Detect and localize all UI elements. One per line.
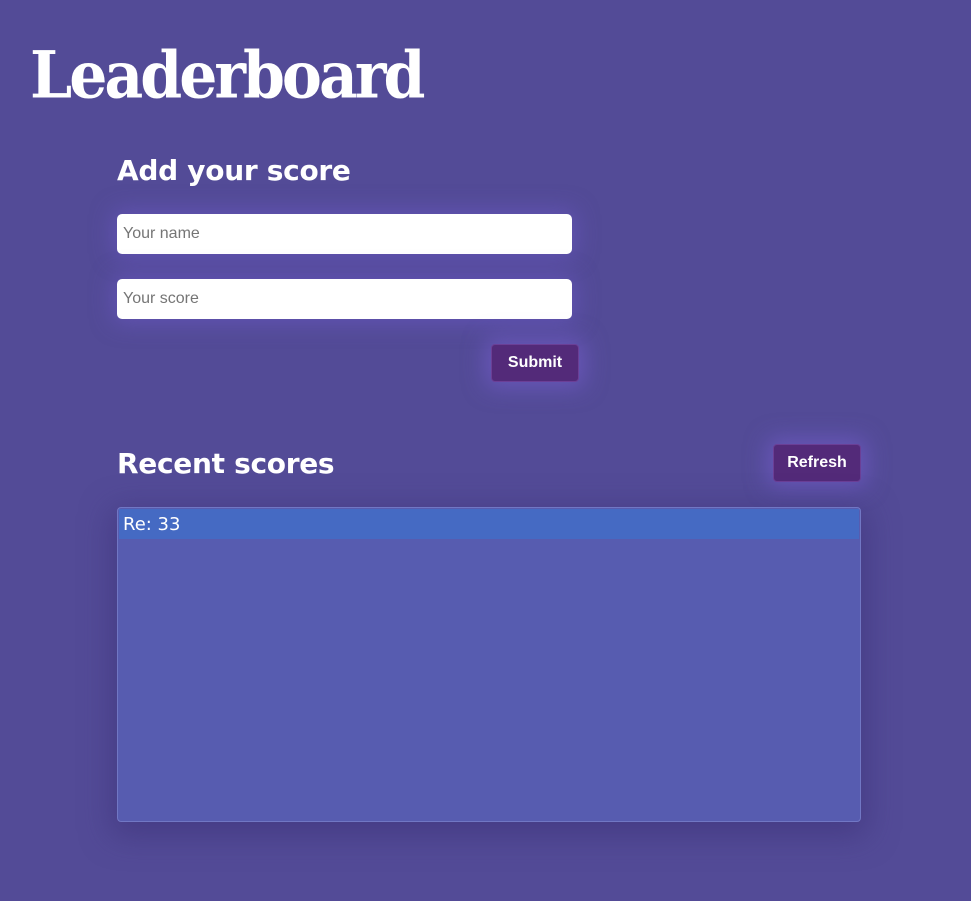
recent-scores-title: Recent scores	[117, 447, 335, 480]
scores-list[interactable]: Re: 33	[117, 507, 861, 822]
refresh-button[interactable]: Refresh	[773, 444, 861, 482]
page-title: Leaderboard	[30, 38, 425, 114]
submit-button[interactable]: Submit	[491, 344, 579, 382]
name-input[interactable]	[117, 214, 572, 254]
score-input[interactable]	[117, 279, 572, 319]
add-score-title: Add your score	[117, 154, 351, 187]
list-item: Re: 33	[119, 509, 859, 539]
